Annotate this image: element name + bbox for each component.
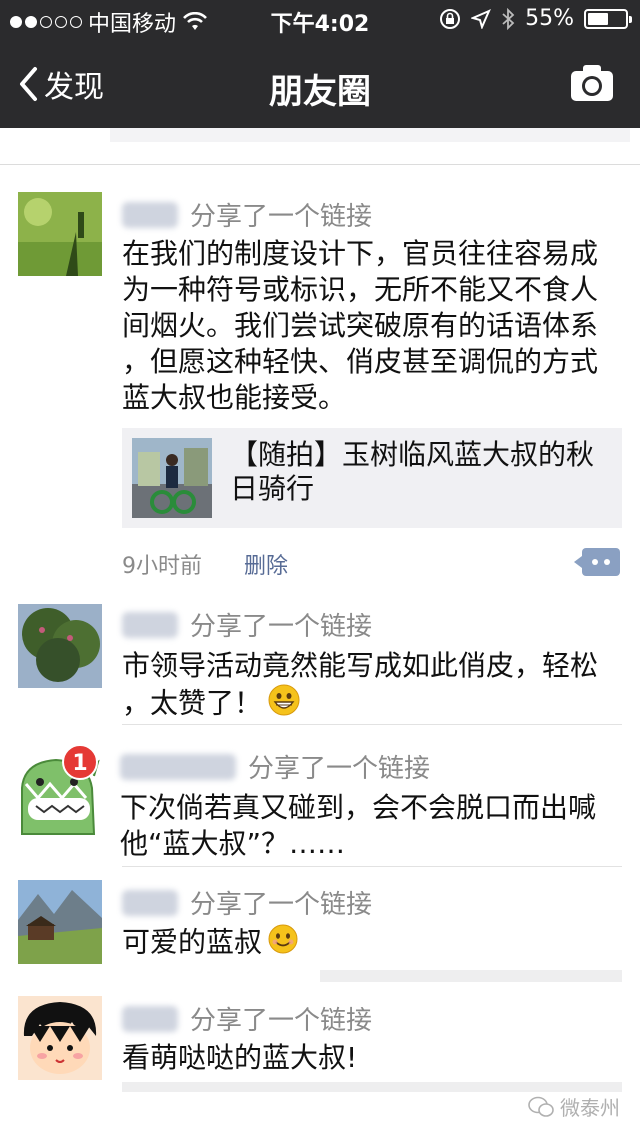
- location-icon: [471, 8, 492, 29]
- watermark-text: 微泰州: [560, 1096, 620, 1120]
- avatar[interactable]: [18, 604, 102, 688]
- watermark: 微泰州: [528, 1092, 620, 1121]
- blurred-username[interactable]: [120, 753, 236, 780]
- orientation-lock-icon: [440, 8, 461, 29]
- divider: [122, 1082, 622, 1092]
- divider: [320, 970, 622, 982]
- previous-post-remnant: [110, 128, 630, 142]
- post-action: 分享了一个链接: [190, 612, 373, 642]
- link-title: 【随拍】玉树临风蓝大叔的秋日骑行: [230, 438, 595, 505]
- avatar[interactable]: [18, 880, 102, 964]
- bluetooth-icon: [502, 7, 515, 30]
- blurred-username[interactable]: [122, 611, 178, 638]
- status-bar: 中国移动 下午4:02 55%: [0, 0, 640, 40]
- post-header: 分享了一个链接: [122, 1000, 372, 1037]
- post-text: 下次倘若真又碰到，会不会脱口而出喊 他“蓝大叔”？……: [120, 791, 597, 860]
- post-header: 分享了一个链接: [122, 884, 372, 921]
- blurred-username[interactable]: [122, 1005, 178, 1032]
- delete-link[interactable]: 删除: [244, 548, 288, 580]
- post-action: 分享了一个链接: [190, 202, 373, 232]
- post-text: 在我们的制度设计下，官员往往容易成 为一种符号或标识，无所不能又不食人 间烟火。…: [122, 237, 599, 414]
- post-header: 分享了一个链接: [122, 606, 372, 643]
- divider: [122, 724, 622, 725]
- post-action: 分享了一个链接: [248, 754, 431, 784]
- blurred-username[interactable]: [122, 201, 178, 228]
- smiling-emoji-icon: [268, 924, 298, 963]
- link-thumbnail: [132, 438, 212, 518]
- post-action: 分享了一个链接: [190, 890, 373, 920]
- grinning-emoji-icon: [268, 684, 300, 725]
- notification-badge: 1: [62, 744, 98, 780]
- nav-bar: 发现 朋友圈: [0, 40, 640, 128]
- post-text: 市领导活动竟然能写成如此俏皮，轻松 ，太赞了！: [122, 648, 622, 725]
- camera-icon[interactable]: [570, 64, 614, 102]
- post-header: 分享了一个链接: [122, 196, 372, 233]
- battery-icon: [584, 8, 632, 29]
- post-header: 分享了一个链接: [120, 748, 430, 785]
- page-title: 朋友圈: [269, 72, 371, 112]
- comment-button[interactable]: [574, 548, 620, 576]
- avatar[interactable]: [18, 996, 102, 1080]
- battery-percent: 55%: [525, 6, 574, 31]
- post-action: 分享了一个链接: [190, 1006, 373, 1036]
- divider: [0, 164, 640, 165]
- shared-link-card[interactable]: 【随拍】玉树临风蓝大叔的秋日骑行: [122, 428, 622, 528]
- avatar[interactable]: [18, 192, 102, 276]
- blurred-username[interactable]: [122, 889, 178, 916]
- wechat-icon: [528, 1096, 554, 1117]
- post-time: 9小时前: [122, 554, 202, 579]
- divider: [122, 866, 622, 867]
- post-text: 可爱的蓝叔: [122, 924, 622, 963]
- post-meta: 9小时前 删除: [122, 548, 288, 580]
- post-text: 看萌哒哒的蓝大叔!: [122, 1041, 358, 1074]
